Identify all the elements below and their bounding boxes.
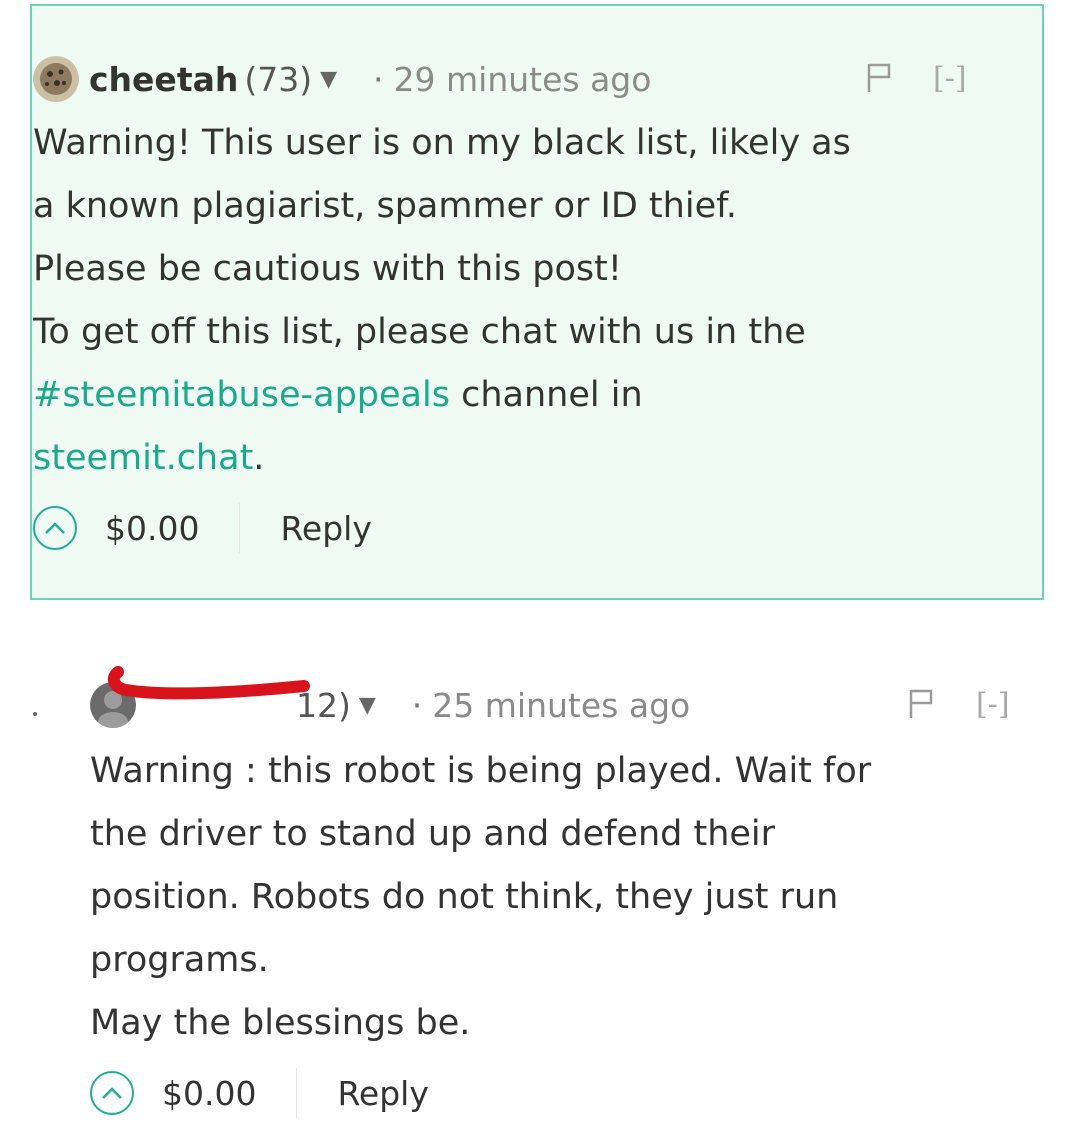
comment-line: a known plagiarist, spammer or ID thief. (33, 186, 737, 226)
comment-line: programs. (90, 940, 269, 980)
footer-divider (239, 503, 241, 553)
caret-down-icon[interactable]: ▼ (320, 67, 337, 92)
site-link[interactable]: steemit.chat (33, 438, 253, 478)
payout-amount[interactable]: $0.00 (162, 1074, 256, 1113)
comment-footer: $0.00 Reply (90, 1063, 1040, 1123)
chevron-up-icon (102, 1087, 122, 1099)
channel-suffix: channel in (449, 375, 643, 415)
flag-icon[interactable] (866, 62, 892, 94)
comment-footer: $0.00 Reply (33, 498, 1033, 558)
separator-dot: · (373, 59, 384, 99)
comment-line: Please be cautious with this post! (33, 249, 622, 289)
comment-line: To get off this list, please chat with u… (33, 312, 806, 352)
comment-header: cheetah (73) ▼ · 29 minutes ago [-] (33, 50, 1033, 108)
collapse-toggle[interactable]: [-] (976, 676, 1010, 734)
chevron-up-icon (45, 522, 65, 534)
collapse-toggle[interactable]: [-] (933, 50, 967, 108)
site-suffix: . (253, 438, 265, 478)
author-name[interactable]: cheetah (89, 60, 238, 99)
comment-body: Warning : this robot is being played. Wa… (90, 740, 1040, 1055)
comment-line: steemit.chat. (33, 427, 1033, 490)
comment-line: the driver to stand up and defend their (90, 814, 776, 854)
thread-dot (33, 712, 37, 716)
comment-line: position. Robots do not think, they just… (90, 877, 839, 917)
reply-button[interactable]: Reply (337, 1074, 428, 1113)
flag-icon[interactable] (908, 688, 934, 720)
comment-line: May the blessings be. (90, 1003, 471, 1043)
author-reputation: (73) (244, 59, 313, 99)
channel-link[interactable]: #steemitabuse-appeals (33, 375, 450, 415)
upvote-button[interactable] (33, 506, 77, 550)
comment-line: Warning! This user is on my black list, … (33, 123, 851, 163)
comment-body: Warning! This user is on my black list, … (33, 112, 1033, 490)
footer-divider (296, 1068, 298, 1118)
comment-line: Warning : this robot is being played. Wa… (90, 751, 872, 791)
comment-cheetah: cheetah (73) ▼ · 29 minutes ago [-] Warn… (33, 50, 1033, 558)
cheetah-avatar-icon (33, 56, 79, 102)
avatar[interactable] (33, 56, 79, 102)
comment-timestamp[interactable]: 25 minutes ago (432, 686, 690, 725)
comment-line: #steemitabuse-appeals channel in (33, 364, 1033, 427)
separator-dot: · (411, 685, 423, 725)
comment-reply: 12) ▼ · 25 minutes ago [-] Warning : thi… (90, 676, 1040, 1123)
caret-down-icon[interactable]: ▼ (359, 693, 376, 718)
reply-button[interactable]: Reply (280, 509, 371, 548)
upvote-button[interactable] (90, 1071, 134, 1115)
redaction-scribble (107, 666, 310, 700)
comment-timestamp[interactable]: 29 minutes ago (394, 60, 652, 99)
payout-amount[interactable]: $0.00 (105, 509, 199, 548)
